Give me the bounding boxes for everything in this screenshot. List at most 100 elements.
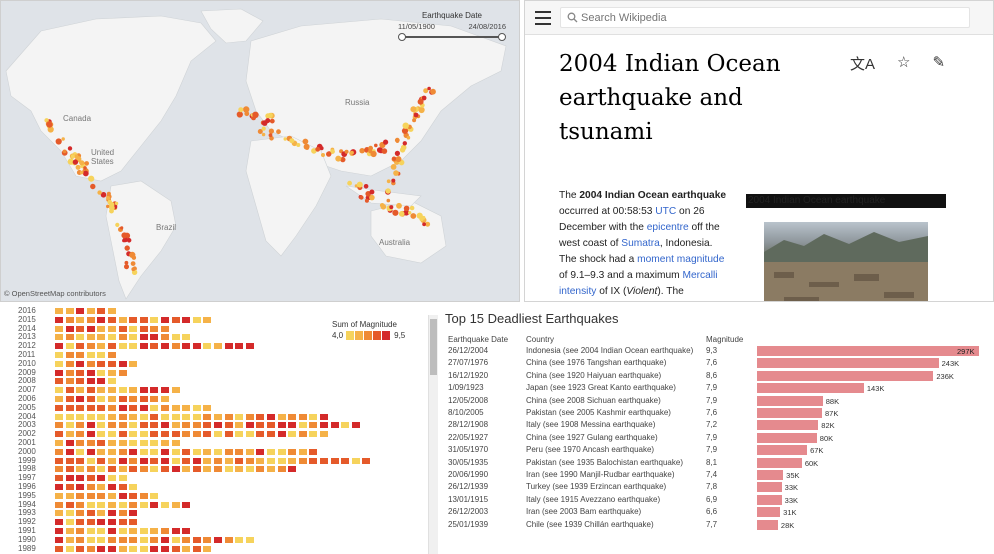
- translate-icon[interactable]: 文A: [850, 53, 875, 74]
- earthquake-square[interactable]: [65, 528, 74, 534]
- earthquake-square[interactable]: [76, 308, 85, 314]
- earthquake-square[interactable]: [118, 492, 127, 499]
- earthquake-dot[interactable]: [121, 232, 128, 239]
- earthquake-square[interactable]: [224, 413, 233, 420]
- earthquake-square[interactable]: [55, 413, 63, 420]
- deaths-bar[interactable]: [757, 482, 782, 493]
- earthquake-square[interactable]: [129, 325, 138, 332]
- earthquake-square[interactable]: [256, 413, 265, 420]
- earthquake-square[interactable]: [224, 536, 233, 543]
- earthquake-square[interactable]: [108, 387, 116, 394]
- earthquake-square[interactable]: [161, 457, 169, 464]
- earthquake-square[interactable]: [298, 457, 307, 464]
- earthquake-square[interactable]: [245, 343, 254, 350]
- earthquake-square[interactable]: [65, 475, 74, 482]
- earthquake-square[interactable]: [171, 528, 180, 534]
- table-row[interactable]: 28/12/1908 Italy (see 1908 Messina earthq…: [442, 419, 994, 431]
- earthquake-square[interactable]: [108, 334, 116, 341]
- earthquake-square[interactable]: [309, 457, 318, 464]
- earthquake-square[interactable]: [108, 343, 116, 350]
- earthquake-square[interactable]: [129, 466, 138, 473]
- earthquake-square[interactable]: [76, 545, 85, 552]
- timeline-scrollbar[interactable]: [428, 315, 438, 554]
- earthquake-dot[interactable]: [83, 166, 87, 170]
- earthquake-square[interactable]: [86, 536, 95, 543]
- earthquake-square[interactable]: [108, 545, 116, 552]
- earthquake-square[interactable]: [182, 343, 191, 350]
- earthquake-square[interactable]: [129, 360, 138, 367]
- earthquake-square[interactable]: [108, 536, 116, 543]
- earthquake-square[interactable]: [97, 369, 106, 376]
- earthquake-square[interactable]: [97, 475, 106, 482]
- earthquake-square[interactable]: [277, 422, 286, 429]
- earthquake-square[interactable]: [108, 308, 116, 314]
- earthquake-square[interactable]: [235, 466, 244, 473]
- earthquake-square[interactable]: [65, 466, 74, 473]
- earthquake-square[interactable]: [129, 431, 138, 438]
- earthquake-square[interactable]: [171, 440, 180, 446]
- earthquake-square[interactable]: [97, 308, 106, 314]
- earthquake-square[interactable]: [55, 325, 63, 332]
- earthquake-dot[interactable]: [244, 111, 250, 117]
- earthquake-dot[interactable]: [408, 211, 412, 215]
- earthquake-square[interactable]: [203, 536, 212, 543]
- earthquake-square[interactable]: [86, 457, 95, 464]
- earthquake-square[interactable]: [55, 422, 63, 429]
- earthquake-square[interactable]: [203, 422, 212, 429]
- earthquake-square[interactable]: [65, 519, 74, 526]
- earthquake-square[interactable]: [55, 519, 63, 526]
- earthquake-dot[interactable]: [385, 188, 391, 194]
- earthquake-square[interactable]: [76, 510, 85, 517]
- earthquake-square[interactable]: [86, 308, 95, 314]
- earthquake-square[interactable]: [192, 413, 201, 420]
- earthquake-square[interactable]: [108, 528, 116, 534]
- deaths-bar[interactable]: [757, 395, 823, 406]
- earthquake-square[interactable]: [55, 431, 63, 438]
- earthquake-square[interactable]: [86, 501, 95, 508]
- earthquake-dot[interactable]: [395, 139, 399, 143]
- earthquake-square[interactable]: [65, 316, 74, 323]
- earthquake-dot[interactable]: [109, 205, 115, 211]
- earthquake-dot[interactable]: [79, 160, 85, 166]
- earthquake-square[interactable]: [108, 501, 116, 508]
- earthquake-dot[interactable]: [391, 156, 397, 161]
- earthquake-square[interactable]: [65, 413, 74, 420]
- earthquake-dot[interactable]: [236, 111, 243, 118]
- earthquake-dot[interactable]: [381, 148, 388, 154]
- link-moment-magnitude[interactable]: moment magnitude: [637, 254, 724, 265]
- earthquake-square[interactable]: [65, 396, 74, 402]
- earthquake-dot[interactable]: [395, 156, 402, 163]
- earthquake-square[interactable]: [214, 466, 222, 473]
- earthquake-square[interactable]: [55, 360, 63, 367]
- earthquake-square[interactable]: [320, 431, 328, 438]
- earthquake-square[interactable]: [182, 334, 191, 341]
- earthquake-square[interactable]: [65, 536, 74, 543]
- earthquake-square[interactable]: [108, 360, 116, 367]
- earthquake-square[interactable]: [76, 334, 85, 341]
- earthquake-square[interactable]: [55, 536, 63, 543]
- earthquake-square[interactable]: [55, 492, 63, 499]
- earthquake-square[interactable]: [150, 466, 159, 473]
- earthquake-square[interactable]: [224, 431, 233, 438]
- earthquake-square[interactable]: [277, 413, 286, 420]
- earthquake-square[interactable]: [55, 466, 63, 473]
- earthquake-square[interactable]: [129, 448, 138, 455]
- earthquake-square[interactable]: [362, 457, 371, 464]
- earthquake-square[interactable]: [97, 413, 106, 420]
- earthquake-square[interactable]: [76, 378, 85, 385]
- earthquake-square[interactable]: [108, 431, 116, 438]
- table-row[interactable]: 26/12/1939 Turkey (see 1939 Erzincan eart…: [442, 481, 994, 493]
- earthquake-square[interactable]: [139, 404, 148, 411]
- earthquake-dot[interactable]: [72, 159, 79, 165]
- earthquake-square[interactable]: [129, 510, 138, 517]
- earthquake-square[interactable]: [171, 448, 180, 455]
- earthquake-square[interactable]: [182, 404, 191, 411]
- earthquake-square[interactable]: [118, 466, 127, 473]
- earthquake-square[interactable]: [65, 545, 74, 552]
- earthquake-square[interactable]: [214, 413, 222, 420]
- earthquake-square[interactable]: [97, 484, 106, 490]
- earthquake-square[interactable]: [76, 431, 85, 438]
- earthquake-square[interactable]: [55, 448, 63, 455]
- earthquake-square[interactable]: [203, 466, 212, 473]
- earthquake-square[interactable]: [161, 343, 169, 350]
